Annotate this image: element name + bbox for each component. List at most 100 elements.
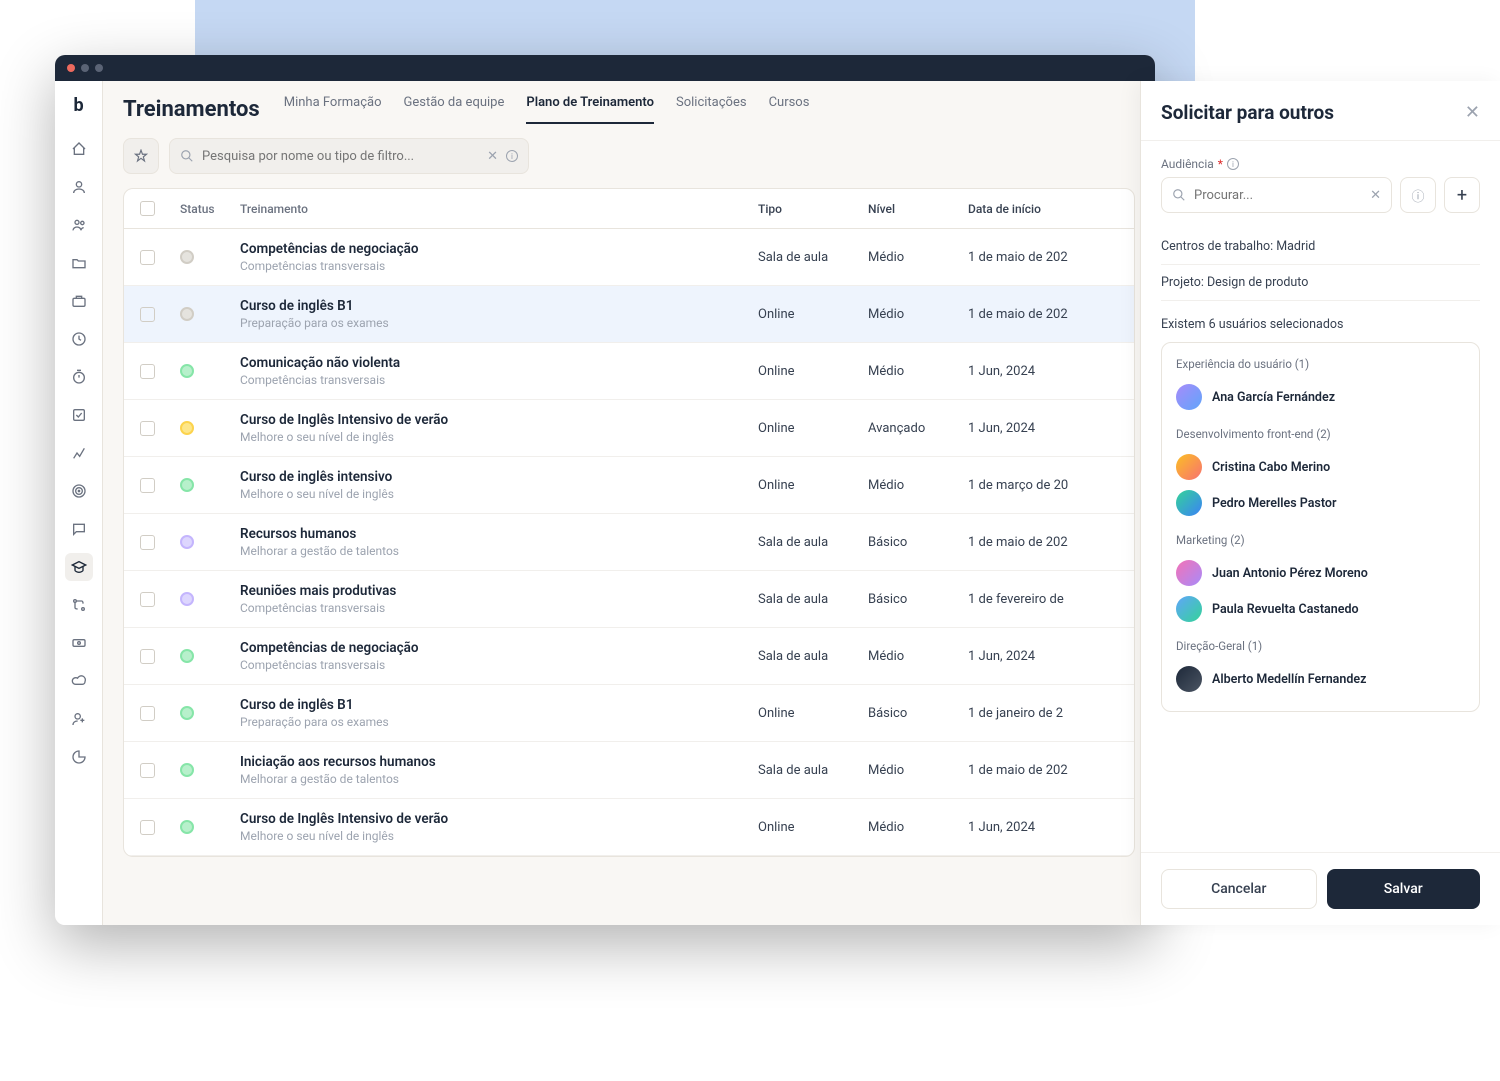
- row-checkbox[interactable]: [140, 364, 155, 379]
- filter-item[interactable]: Centros de trabalho: Madrid: [1161, 229, 1480, 265]
- main-content: Treinamentos Minha FormaçãoGestão da equ…: [103, 81, 1155, 925]
- row-level: Médio: [868, 820, 968, 835]
- table-row[interactable]: Curso de inglês intensivo Melhore o seu …: [124, 457, 1134, 514]
- briefcase-icon[interactable]: [65, 287, 93, 315]
- row-subtitle: Melhorar a gestão de talentos: [240, 772, 758, 786]
- home-icon[interactable]: [65, 135, 93, 163]
- row-checkbox[interactable]: [140, 649, 155, 664]
- table-row[interactable]: Curso de inglês B1 Preparação para os ex…: [124, 286, 1134, 343]
- row-title: Comunicação não violenta: [240, 355, 758, 371]
- side-panel: Solicitar para outros ✕ Audiência * i ✕ …: [1140, 81, 1500, 925]
- table-row[interactable]: Comunicação não violenta Competências tr…: [124, 343, 1134, 400]
- user-row[interactable]: Alberto Medellín Fernandez: [1176, 661, 1465, 697]
- row-type: Sala de aula: [758, 592, 868, 607]
- cancel-button[interactable]: Cancelar: [1161, 869, 1317, 909]
- row-subtitle: Preparação para os exames: [240, 715, 758, 729]
- user-row[interactable]: Cristina Cabo Merino: [1176, 449, 1465, 485]
- row-level: Avançado: [868, 421, 968, 436]
- person-add-icon[interactable]: [65, 705, 93, 733]
- user-name: Cristina Cabo Merino: [1212, 460, 1330, 475]
- row-checkbox[interactable]: [140, 421, 155, 436]
- folder-icon[interactable]: [65, 249, 93, 277]
- user-name: Ana García Fernández: [1212, 390, 1335, 405]
- user-icon[interactable]: [65, 173, 93, 201]
- logo[interactable]: b: [67, 93, 91, 117]
- status-dot: [180, 421, 194, 435]
- table-row[interactable]: Recursos humanos Melhorar a gestão de ta…: [124, 514, 1134, 571]
- graduation-icon[interactable]: [65, 553, 93, 581]
- add-button[interactable]: +: [1444, 177, 1480, 213]
- col-date[interactable]: Data de início: [968, 202, 1118, 216]
- target-icon[interactable]: [65, 477, 93, 505]
- user-row[interactable]: Paula Revuelta Castanedo: [1176, 591, 1465, 627]
- row-checkbox[interactable]: [140, 478, 155, 493]
- sidebar: b: [55, 81, 103, 925]
- row-level: Médio: [868, 649, 968, 664]
- row-checkbox[interactable]: [140, 307, 155, 322]
- save-button[interactable]: Salvar: [1327, 869, 1481, 909]
- select-all-checkbox[interactable]: [140, 201, 155, 216]
- tab[interactable]: Plano de Treinamento: [526, 95, 654, 124]
- search-row: ✕ i: [103, 124, 1155, 188]
- tab[interactable]: Solicitações: [676, 95, 747, 124]
- window-min-dot[interactable]: [81, 64, 89, 72]
- window-close-dot[interactable]: [67, 64, 75, 72]
- status-dot: [180, 706, 194, 720]
- timer-icon[interactable]: [65, 363, 93, 391]
- table-row[interactable]: Competências de negociação Competências …: [124, 628, 1134, 685]
- row-checkbox[interactable]: [140, 763, 155, 778]
- cloud-icon[interactable]: [65, 667, 93, 695]
- money-icon[interactable]: [65, 629, 93, 657]
- col-type[interactable]: Tipo: [758, 202, 868, 216]
- table-row[interactable]: Reuniões mais produtivas Competências tr…: [124, 571, 1134, 628]
- table-row[interactable]: Curso de inglês B1 Preparação para os ex…: [124, 685, 1134, 742]
- tab[interactable]: Cursos: [769, 95, 810, 124]
- col-status[interactable]: Status: [180, 202, 240, 216]
- table-row[interactable]: Iniciação aos recursos humanos Melhorar …: [124, 742, 1134, 799]
- row-date: 1 de fevereiro de: [968, 592, 1118, 607]
- search-input[interactable]: [202, 149, 479, 164]
- favorite-button[interactable]: [123, 138, 159, 174]
- user-row[interactable]: Ana García Fernández: [1176, 379, 1465, 415]
- row-type: Sala de aula: [758, 763, 868, 778]
- info-button[interactable]: ⓘ: [1400, 177, 1436, 213]
- selected-count: Existem 6 usuários selecionados: [1161, 317, 1480, 332]
- header: Treinamentos Minha FormaçãoGestão da equ…: [103, 81, 1155, 124]
- tab[interactable]: Minha Formação: [284, 95, 382, 124]
- audience-search-input[interactable]: [1194, 188, 1362, 203]
- audience-search-wrapper[interactable]: ✕: [1161, 177, 1392, 213]
- row-checkbox[interactable]: [140, 592, 155, 607]
- table-row[interactable]: Competências de negociação Competências …: [124, 229, 1134, 286]
- flow-icon[interactable]: [65, 591, 93, 619]
- row-checkbox[interactable]: [140, 535, 155, 550]
- clear-icon[interactable]: ✕: [487, 149, 498, 164]
- check-square-icon[interactable]: [65, 401, 93, 429]
- tab[interactable]: Gestão da equipe: [404, 95, 505, 124]
- chat-icon[interactable]: [65, 515, 93, 543]
- pie-icon[interactable]: [65, 743, 93, 771]
- clear-icon[interactable]: ✕: [1370, 188, 1381, 203]
- search-input-wrapper[interactable]: ✕ i: [169, 138, 529, 174]
- col-name[interactable]: Treinamento: [240, 202, 758, 216]
- team-icon[interactable]: [65, 211, 93, 239]
- close-icon[interactable]: ✕: [1465, 102, 1480, 123]
- info-icon[interactable]: i: [1227, 158, 1239, 170]
- col-level[interactable]: Nível: [868, 202, 968, 216]
- chart-icon[interactable]: [65, 439, 93, 467]
- table-row[interactable]: Curso de Inglês Intensivo de verão Melho…: [124, 400, 1134, 457]
- table-row[interactable]: Curso de Inglês Intensivo de verão Melho…: [124, 799, 1134, 856]
- panel-footer: Cancelar Salvar: [1141, 852, 1500, 925]
- clock-icon[interactable]: [65, 325, 93, 353]
- user-row[interactable]: Juan Antonio Pérez Moreno: [1176, 555, 1465, 591]
- user-row[interactable]: Pedro Merelles Pastor: [1176, 485, 1465, 521]
- row-title: Curso de inglês intensivo: [240, 469, 758, 485]
- row-date: 1 de maio de 202: [968, 250, 1118, 265]
- filter-item[interactable]: Projeto: Design de produto: [1161, 265, 1480, 301]
- star-icon: [134, 149, 148, 163]
- row-type: Online: [758, 820, 868, 835]
- info-icon[interactable]: i: [506, 150, 518, 162]
- window-max-dot[interactable]: [95, 64, 103, 72]
- row-checkbox[interactable]: [140, 250, 155, 265]
- row-checkbox[interactable]: [140, 706, 155, 721]
- row-checkbox[interactable]: [140, 820, 155, 835]
